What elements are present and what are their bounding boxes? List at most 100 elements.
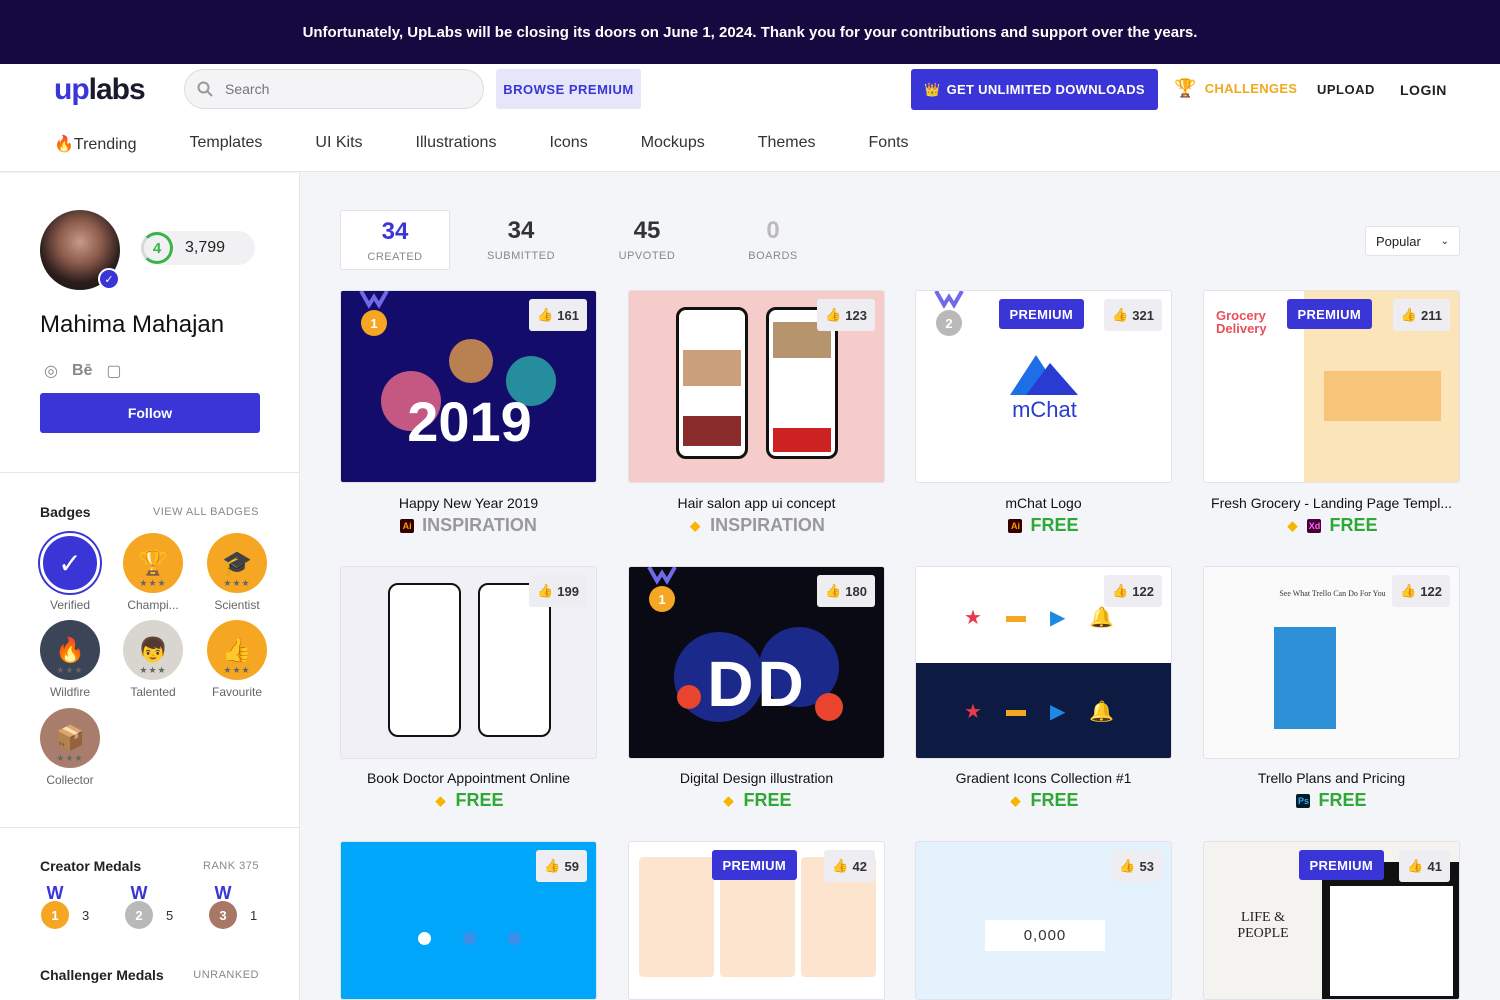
instagram-icon[interactable]: ▢ — [106, 361, 121, 381]
browse-premium-button[interactable]: BROWSE PREMIUM — [496, 69, 641, 109]
chevron-down-icon: ⌄ — [1440, 235, 1449, 247]
profile-stats-tabs: 34 CREATED 34 SUBMITTED 45 UPVOTED 0 BOARDS — [340, 210, 844, 270]
grad-cap-icon: 🎓 — [222, 549, 252, 577]
badge-collector[interactable]: 📦 ★★★ Collector — [40, 708, 100, 787]
top-navigation: uplabs BROWSE PREMIUM 👑GET UNLIMITED DOW… — [0, 64, 1500, 172]
card-counter-input[interactable]: 0,000 👍 53 — [915, 841, 1172, 1000]
card-tag: ◆ FREE — [435, 790, 504, 810]
sort-dropdown[interactable]: Popular ⌄ — [1365, 226, 1460, 256]
nav-fonts[interactable]: Fonts — [869, 134, 909, 154]
level-ring: 4 — [141, 232, 173, 264]
svg-text:1: 1 — [658, 592, 665, 607]
phone-mockup — [676, 307, 748, 459]
profile-name: Mahima Mahajan — [40, 311, 225, 338]
thumbs-up-icon: 👍 — [1112, 583, 1129, 598]
nav-trending[interactable]: 🔥Trending — [54, 134, 136, 154]
thumbs-up-icon: 👍 — [832, 858, 849, 873]
card-book-doctor[interactable]: 👍 199 — [340, 566, 597, 759]
card-mchat-logo[interactable]: mChat 2 PREMIUM 👍 321 — [915, 290, 1172, 483]
like-button[interactable]: 👍 53 — [1111, 850, 1162, 882]
tab-upvoted[interactable]: 45 UPVOTED — [592, 210, 702, 270]
card-fresh-grocery[interactable]: Grocery Delivery PREMIUM 👍 211 — [1203, 290, 1460, 483]
card-digital-design[interactable]: DD 1 👍 180 — [628, 566, 885, 759]
thumbs-up-icon: 👍 — [825, 307, 842, 322]
card-tag: Ai FREE — [915, 515, 1172, 536]
card-life-and-people[interactable]: LIFE & PEOPLE PREMIUM 👍 41 — [1203, 841, 1460, 1000]
badge-wildfire[interactable]: 🔥 ★★★ Wildfire — [40, 620, 100, 699]
like-button[interactable]: 👍 41 — [1399, 850, 1450, 882]
like-button[interactable]: 👍 59 — [536, 850, 587, 882]
carousel-dots — [418, 932, 521, 945]
behance-icon[interactable]: Bē — [72, 362, 92, 380]
card-delivery-onboarding[interactable]: PREMIUM 👍 42 — [628, 841, 885, 1000]
icon-row: ★ ▬ ▶ 🔔 — [964, 699, 1115, 723]
card-title[interactable]: Trello Plans and Pricing — [1203, 770, 1460, 786]
login-link[interactable]: LOGIN — [1400, 82, 1447, 98]
card-carousel[interactable]: 👍 59 — [340, 841, 597, 1000]
card-gradient-icons[interactable]: ★ ▬ ▶ 🔔 ★ ▬ ▶ 🔔 👍 122 — [915, 566, 1172, 759]
card-happy-new-year-2019[interactable]: 2019 1 👍 161 — [340, 290, 597, 483]
thumbs-up-icon: 👍 — [1400, 583, 1417, 598]
view-all-badges-link[interactable]: VIEW ALL BADGES — [153, 506, 259, 518]
card-title[interactable]: Fresh Grocery - Landing Page Templ... — [1203, 495, 1460, 511]
card-title[interactable]: Book Doctor Appointment Online — [340, 770, 597, 786]
like-button[interactable]: 👍 321 — [1104, 299, 1162, 331]
card-hair-salon-app[interactable]: 👍 123 — [628, 290, 885, 483]
medal-2-icon: 2 — [934, 291, 964, 336]
badge-verified[interactable]: ✓ Verified — [40, 533, 100, 612]
card-title[interactable]: Happy New Year 2019 — [340, 495, 597, 511]
nav-mockups[interactable]: Mockups — [641, 134, 705, 154]
like-button[interactable]: 👍 122 — [1104, 575, 1162, 607]
card-tag: ◆ Xd FREE — [1287, 515, 1378, 535]
badge-talented[interactable]: 👦 ★★★ Talented — [123, 620, 183, 699]
like-button[interactable]: 👍 199 — [529, 575, 587, 607]
challenges-link[interactable]: 🏆 CHALLENGES — [1174, 78, 1297, 99]
badge-favourite[interactable]: 👍 ★★★ Favourite — [207, 620, 267, 699]
thumbs-up-icon: 👍 — [537, 583, 554, 598]
like-button[interactable]: 👍 161 — [529, 299, 587, 331]
like-button[interactable]: 👍 123 — [817, 299, 875, 331]
search-bar[interactable] — [184, 69, 484, 109]
like-button[interactable]: 👍 180 — [817, 575, 875, 607]
search-icon — [197, 81, 213, 97]
card-tag: Ps FREE — [1296, 790, 1367, 810]
badge-scientist[interactable]: 🎓 ★★★ Scientist — [207, 533, 267, 612]
mchat-logo-icon — [1010, 355, 1078, 395]
upload-link[interactable]: UPLOAD — [1317, 82, 1375, 97]
follow-button[interactable]: Follow — [40, 393, 260, 433]
card-title[interactable]: Digital Design illustration — [628, 770, 885, 786]
challenger-medals-title: Challenger Medals — [40, 967, 164, 983]
like-button[interactable]: 👍 42 — [824, 850, 875, 882]
sketch-icon: ◆ — [1010, 792, 1021, 808]
premium-badge: PREMIUM — [998, 299, 1084, 329]
dribbble-icon[interactable]: ◎ — [44, 361, 58, 381]
card-tag: ◆ FREE — [723, 790, 792, 810]
card-trello-pricing[interactable]: See What Trello Can Do For You 👍 122 — [1203, 566, 1460, 759]
creator-medals-title: Creator Medals — [40, 858, 142, 874]
uplabs-logo[interactable]: uplabs — [54, 73, 146, 107]
card-title[interactable]: mChat Logo — [915, 495, 1172, 511]
illustrator-icon: Ai — [400, 518, 415, 533]
card-title[interactable]: Gradient Icons Collection #1 — [915, 770, 1172, 786]
card-title[interactable]: Hair salon app ui concept — [628, 495, 885, 511]
nav-icons[interactable]: Icons — [549, 134, 587, 154]
thumbs-up-icon: 👍 — [1112, 307, 1129, 322]
tab-created[interactable]: 34 CREATED — [340, 210, 450, 270]
screen-preview — [639, 857, 714, 977]
nav-illustrations[interactable]: Illustrations — [416, 134, 497, 154]
like-button[interactable]: 👍 122 — [1392, 575, 1450, 607]
badge-champion[interactable]: 🏆 ★★★ Champi... — [123, 533, 183, 612]
nav-templates[interactable]: Templates — [189, 134, 262, 154]
thumbs-up-icon: 👍 — [1400, 307, 1418, 322]
search-input[interactable] — [225, 81, 455, 97]
nav-themes[interactable]: Themes — [758, 134, 816, 154]
medal-1-icon: 1 — [647, 567, 677, 612]
trophy-icon: 🏆 — [138, 549, 168, 577]
badges-title: Badges — [40, 504, 91, 520]
tab-submitted[interactable]: 34 SUBMITTED — [466, 210, 576, 270]
nav-ui-kits[interactable]: UI Kits — [315, 134, 362, 154]
tab-boards[interactable]: 0 BOARDS — [718, 210, 828, 270]
like-button[interactable]: 👍 211 — [1392, 299, 1450, 331]
level-points: 4 3,799 — [141, 231, 255, 265]
get-unlimited-downloads-button[interactable]: 👑 GET UNLIMITED DOWNLOADS — [911, 69, 1158, 110]
